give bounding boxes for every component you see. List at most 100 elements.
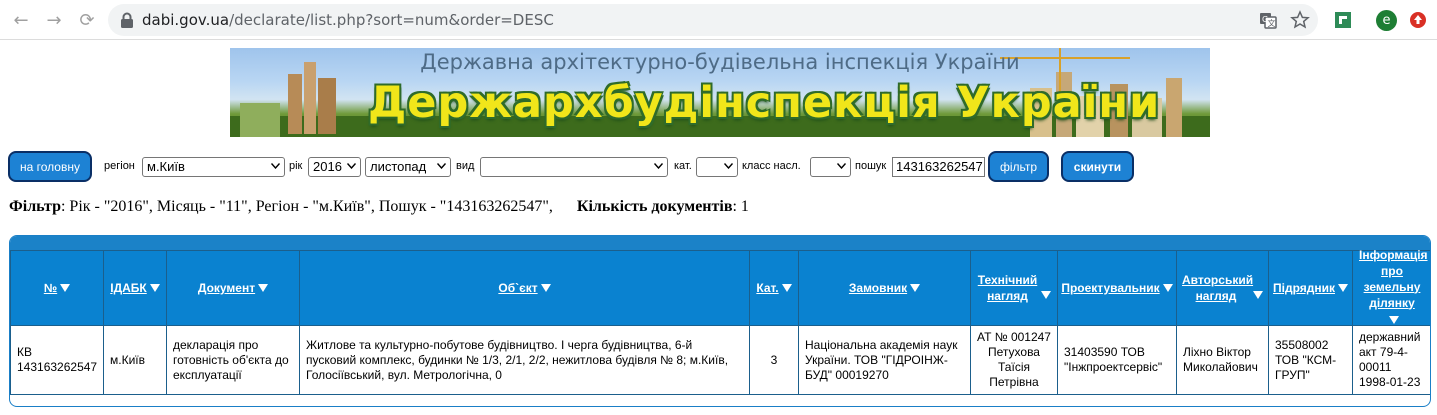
cell-object: Житлове та культурно-побутове будівництв…: [299, 325, 750, 395]
chevron-down-icon: [654, 163, 663, 169]
forward-arrow-icon[interactable]: →: [43, 9, 65, 31]
cell-customer: Національна академія наук України. ТОВ "…: [798, 325, 971, 395]
category-label: кат.: [674, 160, 692, 172]
filter-summary: Фільтр: Рік - "2016", Місяць - "11", Рег…: [9, 198, 749, 216]
cell-document-text: декларація про готовність об'єкта до екс…: [173, 337, 289, 382]
sort-link-designer[interactable]: Проектувальник: [1061, 280, 1159, 296]
sort-desc-icon: [781, 284, 792, 292]
url-text: dabi.gov.ua/declarate/list.php?sort=num&…: [142, 11, 554, 29]
sort-desc-icon: [540, 284, 551, 292]
sort-link-customer[interactable]: Замовник: [849, 280, 907, 296]
chevron-down-icon: [724, 163, 733, 169]
search-input[interactable]: 143163262547: [892, 157, 985, 177]
chevron-down-icon: [837, 163, 846, 169]
header-idabk[interactable]: ІДАБК: [103, 250, 167, 326]
category-select[interactable]: [696, 157, 738, 177]
month-select[interactable]: листопад: [365, 157, 451, 177]
header-customer[interactable]: Замовник: [798, 250, 971, 326]
home-button[interactable]: на головну: [8, 151, 92, 182]
lock-icon: [121, 12, 133, 28]
header-contractor[interactable]: Підрядник: [1268, 250, 1353, 326]
region-select-value: м.Київ: [147, 159, 185, 174]
cell-designer: 31403590 ТОВ "Інжпроектсервіс": [1057, 325, 1177, 395]
reload-icon[interactable]: ⟳: [76, 9, 98, 31]
sort-link-author-supervision[interactable]: Авторський нагляд: [1182, 272, 1253, 304]
banner-subtitle: Державна архітектурно-будівельна інспекц…: [420, 50, 1020, 74]
extension-icon[interactable]: [1333, 10, 1353, 30]
sort-desc-icon: [1388, 315, 1399, 324]
cell-category: 3: [749, 325, 799, 395]
month-select-value: листопад: [370, 159, 427, 174]
sort-desc-icon: [60, 284, 71, 292]
sort-desc-icon: [149, 284, 160, 292]
sort-link-idabk[interactable]: ІДАБК: [110, 280, 147, 296]
declarations-table: № ІДАБК Документ Об`єкт Кат. Замовник Те…: [9, 235, 1431, 407]
sort-desc-icon: [1338, 284, 1348, 292]
sort-link-document[interactable]: Документ: [198, 280, 255, 296]
cell-category-text: 3: [770, 352, 778, 367]
cell-designer-text: 31403590 ТОВ "Інжпроектсервіс": [1064, 345, 1163, 374]
sort-link-contractor[interactable]: Підрядник: [1273, 280, 1335, 296]
cell-num-text: КВ 143163262547: [17, 345, 98, 374]
header-category[interactable]: Кат.: [749, 250, 799, 326]
cell-tech-supervision: АТ № 001247 Петухова Таїсія Петрівна: [970, 325, 1058, 395]
cell-author-supervision-text: Ліхно Віктор Миколайович: [1183, 345, 1258, 374]
browser-toolbar: ← → ⟳ dabi.gov.ua/declarate/list.php?sor…: [0, 0, 1437, 40]
chevron-down-icon: [271, 163, 280, 169]
sort-link-land-info[interactable]: Інформація про земельну ділянку: [1359, 247, 1428, 311]
cell-num: КВ 143163262547: [10, 325, 104, 395]
year-select-value: 2016: [313, 159, 342, 174]
translate-icon[interactable]: G 文: [1258, 10, 1278, 30]
region-select[interactable]: м.Київ: [142, 157, 285, 177]
header-author-supervision[interactable]: Авторський нагляд: [1176, 250, 1269, 326]
header-designer[interactable]: Проектувальник: [1057, 250, 1177, 326]
sort-desc-icon: [258, 284, 269, 292]
header-num[interactable]: №: [10, 250, 104, 326]
sort-link-category[interactable]: Кат.: [756, 280, 778, 296]
type-label: вид: [456, 160, 475, 172]
cell-land-info: державний акт 79-4-00011 1998-01-23: [1352, 325, 1430, 395]
cell-land-info-text: державний акт 79-4-00011 1998-01-23: [1359, 330, 1421, 389]
type-select[interactable]: [480, 157, 668, 177]
bookmark-star-icon[interactable]: [1290, 10, 1310, 30]
document-count-label: Кількість документів: [576, 198, 733, 215]
profile-avatar[interactable]: e: [1376, 10, 1397, 31]
class-select[interactable]: [810, 157, 851, 177]
year-label: рік: [289, 160, 303, 172]
year-select[interactable]: 2016: [308, 157, 361, 177]
sort-link-object[interactable]: Об`єкт: [498, 280, 537, 296]
back-arrow-icon[interactable]: ←: [10, 9, 32, 31]
filter-button[interactable]: фільтр: [988, 151, 1049, 182]
update-icon[interactable]: [1408, 10, 1428, 30]
sort-link-num[interactable]: №: [44, 280, 57, 296]
cell-contractor: 35508002 ТОВ "КСМ-ГРУП": [1268, 325, 1353, 395]
header-tech-supervision[interactable]: Технічний нагляд: [970, 250, 1058, 326]
class-label: класс насл.: [742, 160, 801, 172]
cell-object-text: Житлове та культурно-побутове будівництв…: [306, 337, 729, 382]
cell-idabk: м.Київ: [103, 325, 167, 395]
cell-author-supervision: Ліхно Віктор Миколайович: [1176, 325, 1269, 395]
sort-desc-icon: [1040, 290, 1051, 299]
address-bar[interactable]: dabi.gov.ua/declarate/list.php?sort=num&…: [108, 4, 1318, 36]
chevron-down-icon: [437, 163, 446, 169]
header-land-info[interactable]: Інформація про земельну ділянку: [1352, 247, 1430, 326]
chevron-down-icon: [347, 163, 356, 169]
document-count-value: : 1: [732, 198, 749, 215]
banner-title: Держархбудінспекція України: [368, 78, 1161, 128]
sort-link-tech-supervision[interactable]: Технічний нагляд: [978, 272, 1038, 304]
filter-summary-label: Фільтр: [9, 198, 61, 215]
sort-desc-icon: [910, 284, 921, 292]
filter-summary-text: : Рік - "2016", Місяць - "11", Регіон - …: [60, 198, 553, 215]
region-label: регіон: [104, 160, 135, 172]
table-top-bar: [10, 236, 1430, 250]
cell-contractor-text: 35508002 ТОВ "КСМ-ГРУП": [1275, 337, 1337, 382]
svg-text:文: 文: [1268, 18, 1276, 28]
header-object[interactable]: Об`єкт: [299, 250, 750, 326]
search-label: пошук: [855, 160, 887, 172]
reset-button[interactable]: скинути: [1061, 151, 1134, 182]
header-document[interactable]: Документ: [166, 250, 300, 326]
cell-customer-text: Національна академія наук України. ТОВ "…: [805, 337, 958, 382]
cell-document: декларація про готовність об'єкта до екс…: [166, 325, 300, 395]
cell-tech-supervision-text: АТ № 001247 Петухова Таїсія Петрівна: [977, 330, 1051, 389]
sort-desc-icon: [1253, 290, 1263, 299]
